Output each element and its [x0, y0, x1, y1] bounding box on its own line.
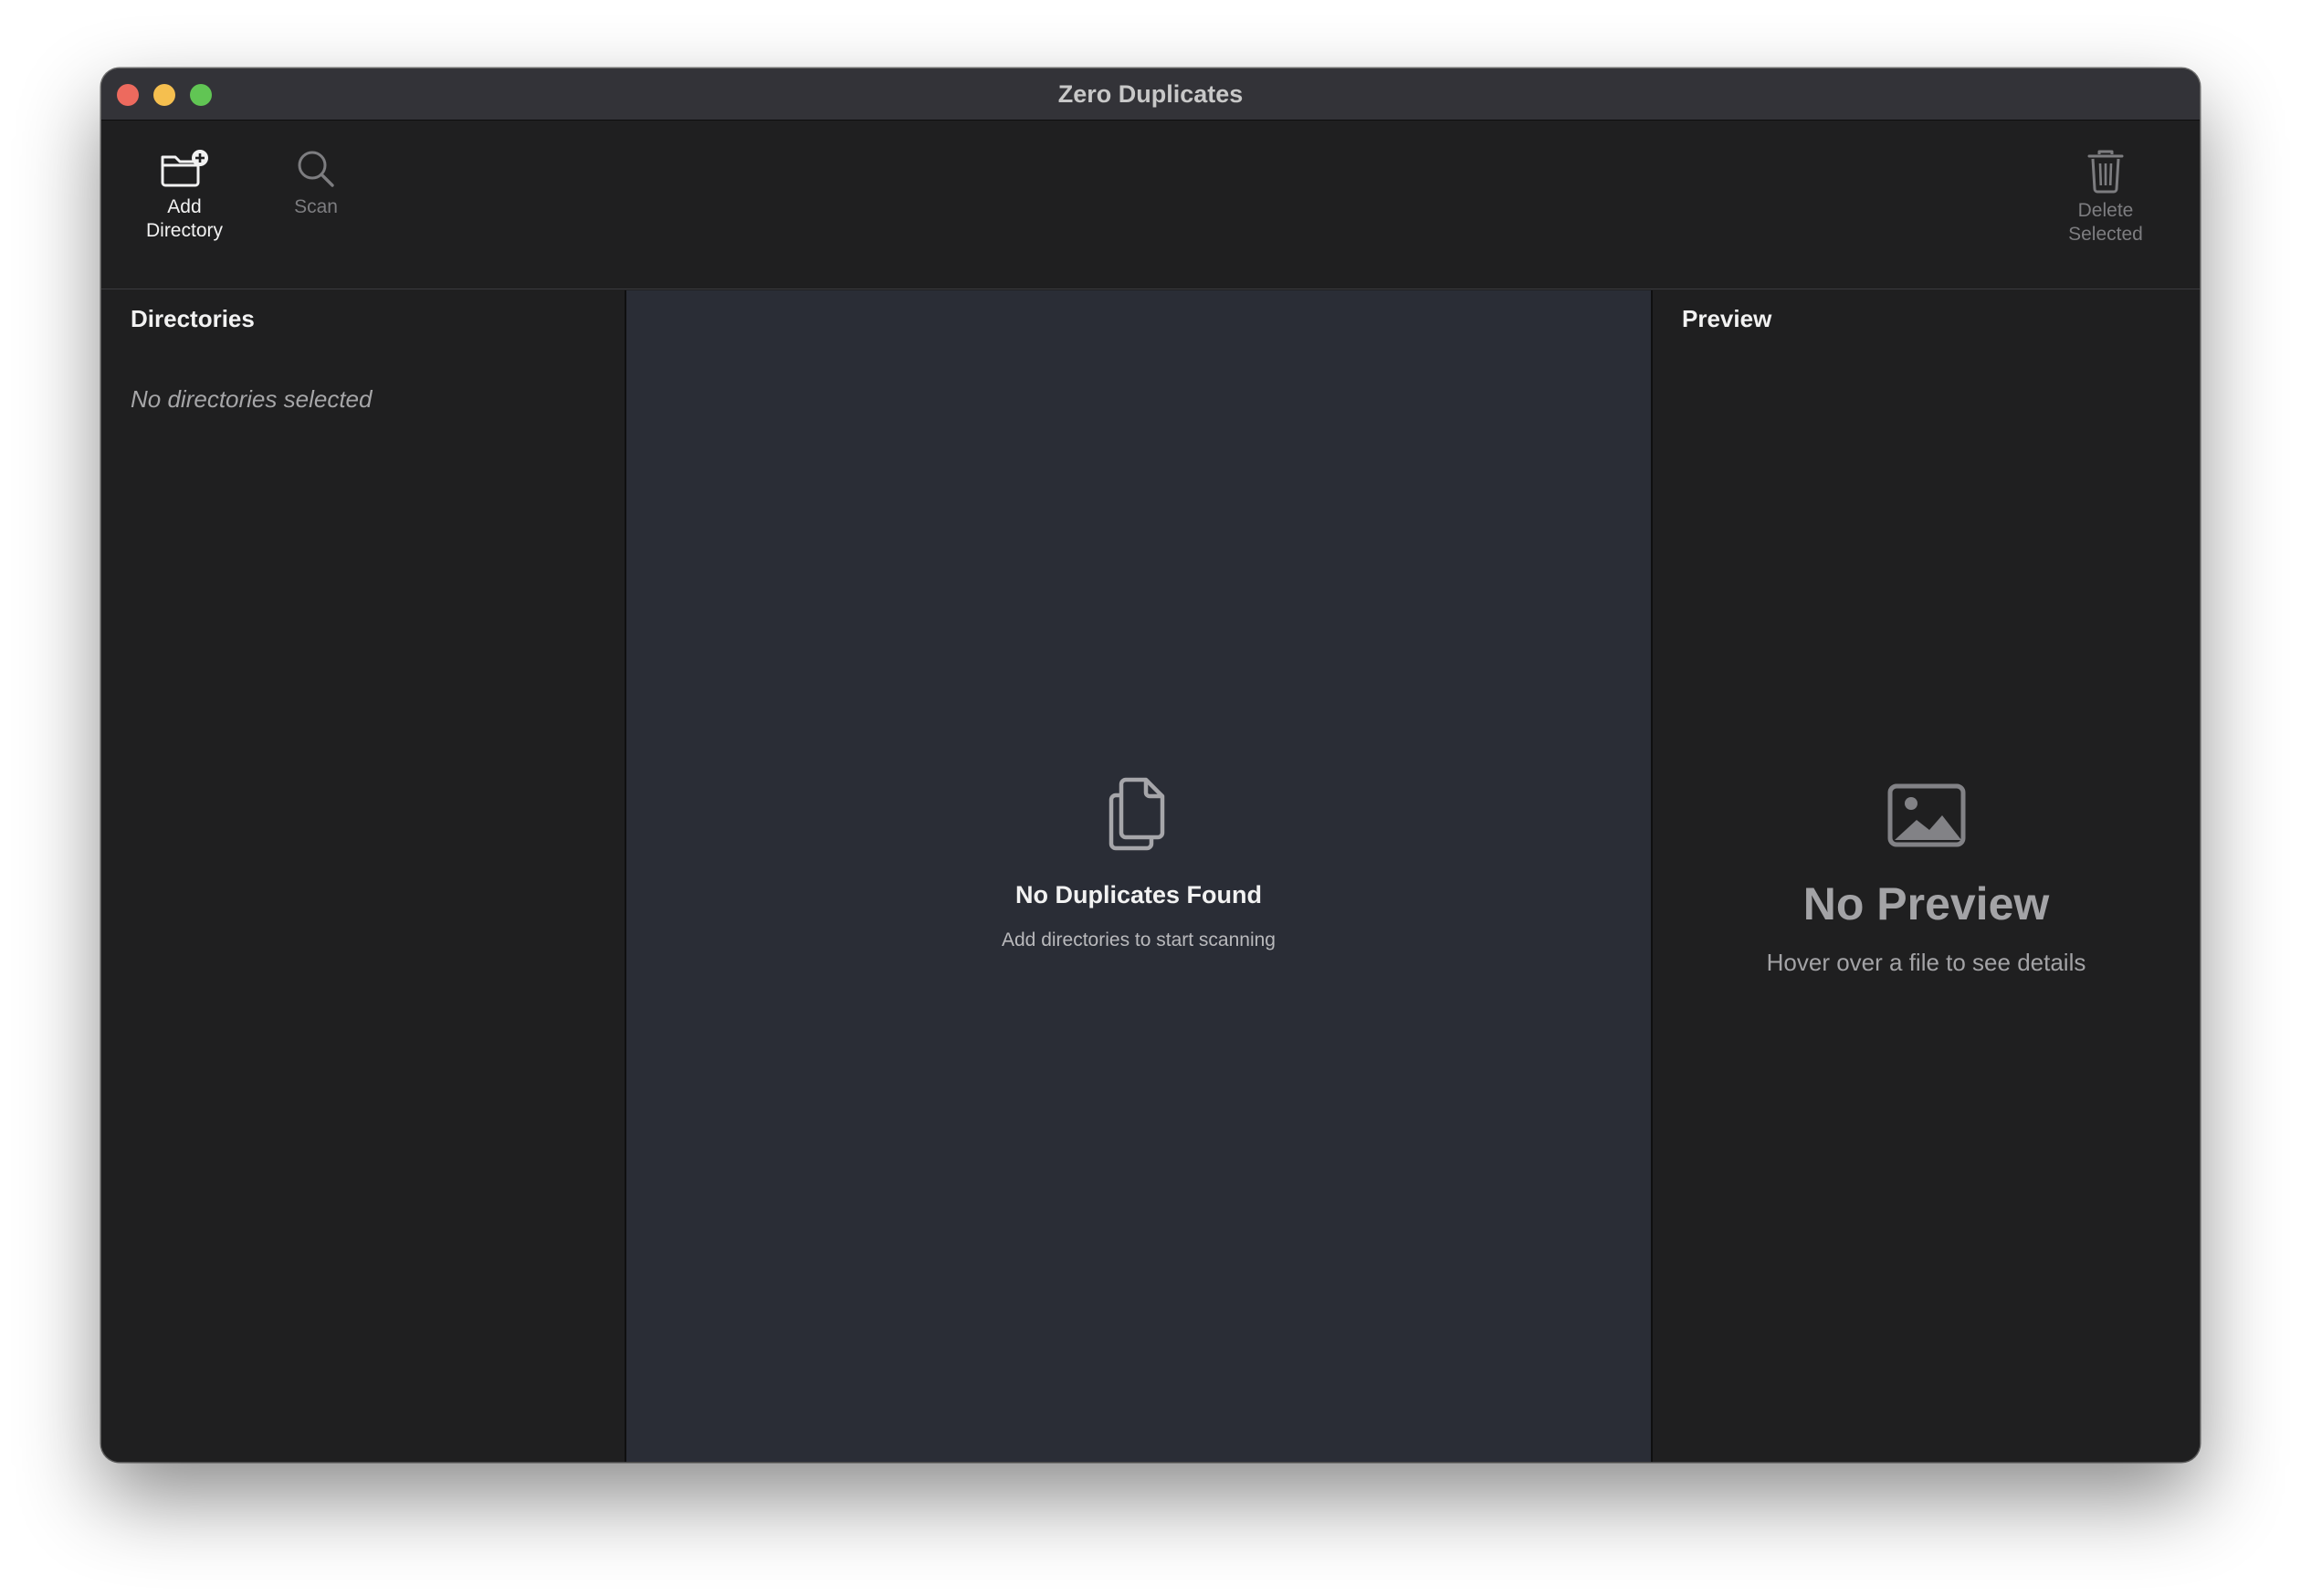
results-empty-state: No Duplicates Found Add directories to s… — [626, 774, 1651, 951]
preview-panel: Preview No Preview Hover over a file to … — [1651, 290, 2200, 1462]
title-bar[interactable]: Zero Duplicates — [101, 68, 2200, 121]
add-directory-label-line2: Directory — [145, 220, 223, 241]
scan-button[interactable]: Scan — [279, 148, 352, 219]
app-window: Zero Duplicates Add Directory Scan Delet… — [101, 68, 2200, 1462]
preview-heading: Preview — [1682, 305, 1772, 332]
add-directory-button[interactable]: Add Directory — [134, 148, 235, 243]
directories-heading: Directories — [131, 305, 255, 332]
delete-selected-label-line1: Delete — [2077, 200, 2134, 221]
delete-selected-button[interactable]: Delete Selected — [2055, 148, 2156, 247]
no-duplicates-title: No Duplicates Found — [1015, 881, 1262, 908]
photo-icon — [1887, 783, 1966, 852]
delete-selected-label-line2: Selected — [2068, 224, 2143, 245]
delete-selected-label: Delete Selected — [2068, 199, 2143, 247]
directories-panel: Directories No directories selected — [101, 290, 626, 1462]
add-directory-label-line1: Add — [167, 196, 202, 217]
documents-icon — [1106, 774, 1172, 856]
results-panel: No Duplicates Found Add directories to s… — [626, 290, 1651, 1462]
toolbar: Add Directory Scan Delete Selected — [101, 121, 2200, 289]
no-duplicates-subtitle: Add directories to start scanning — [1002, 929, 1276, 950]
preview-empty-state: No Preview Hover over a file to see deta… — [1653, 783, 2200, 977]
folder-plus-icon — [159, 148, 210, 190]
no-preview-subtitle: Hover over a file to see details — [1766, 949, 2086, 976]
add-directory-label: Add Directory — [146, 195, 223, 243]
trash-icon — [2086, 148, 2126, 194]
window-title: Zero Duplicates — [1057, 80, 1244, 108]
no-directories-text: No directories selected — [131, 385, 373, 413]
no-preview-title: No Preview — [1802, 878, 2050, 929]
search-icon — [295, 148, 337, 190]
scan-label: Scan — [294, 196, 338, 217]
